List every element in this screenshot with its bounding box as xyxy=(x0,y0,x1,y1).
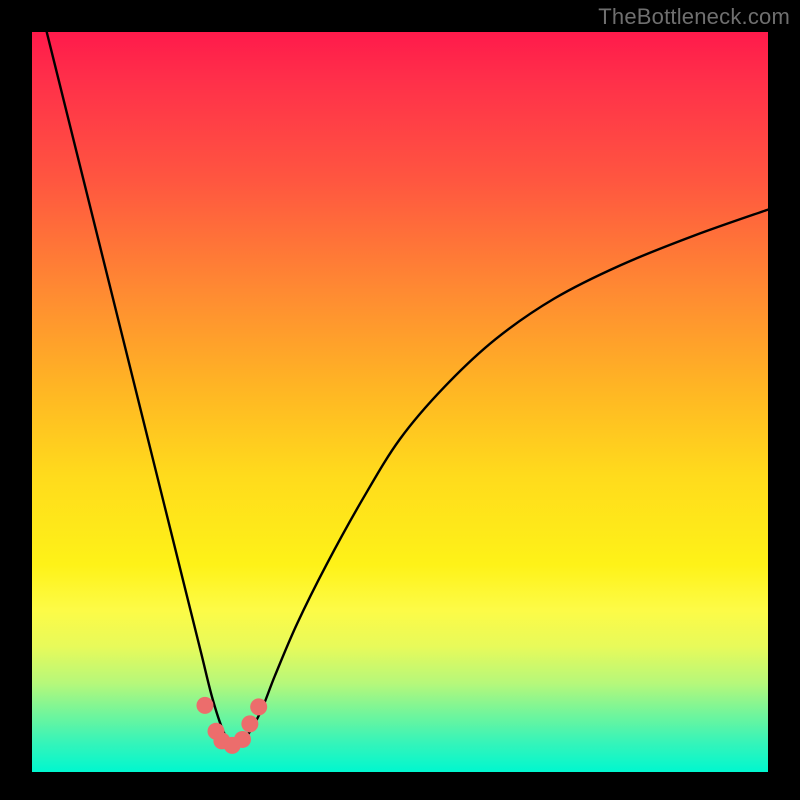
curve-marker xyxy=(241,715,258,732)
curve-marker xyxy=(196,697,213,714)
bottleneck-curve xyxy=(32,32,768,747)
attribution-text: TheBottleneck.com xyxy=(598,4,790,30)
chart-stage: TheBottleneck.com xyxy=(0,0,800,800)
marker-group xyxy=(196,697,267,754)
curve-marker xyxy=(250,698,267,715)
plot-area xyxy=(32,32,768,772)
curve-layer xyxy=(32,32,768,772)
curve-marker xyxy=(234,731,251,748)
